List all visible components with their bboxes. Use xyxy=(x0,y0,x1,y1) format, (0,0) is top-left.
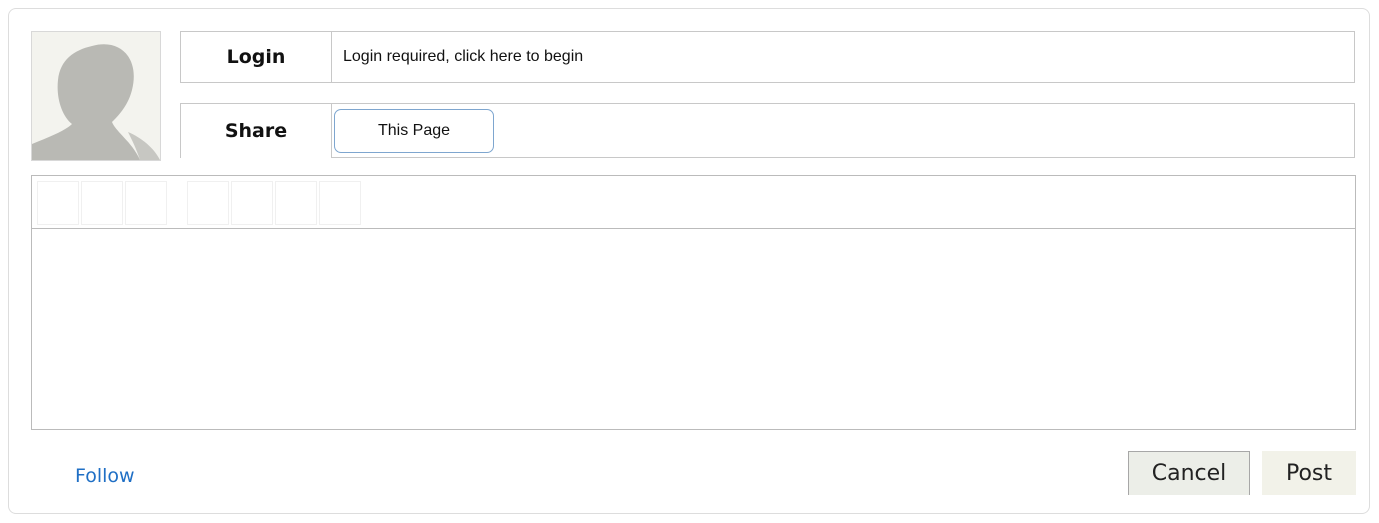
cancel-button[interactable]: Cancel xyxy=(1128,451,1250,495)
post-button[interactable]: Post xyxy=(1262,451,1356,495)
follow-link[interactable]: Follow xyxy=(75,465,135,487)
user-silhouette-icon xyxy=(32,44,160,160)
login-label: Login xyxy=(181,32,332,82)
share-row: Share This Page xyxy=(180,103,1355,158)
login-link[interactable]: Login required, click here to begin xyxy=(332,32,1354,82)
toolbar-button[interactable] xyxy=(81,181,123,225)
toolbar-button[interactable] xyxy=(37,181,79,225)
comment-textarea[interactable] xyxy=(32,229,1355,429)
toolbar-button[interactable] xyxy=(319,181,361,225)
share-value: This Page xyxy=(332,104,1354,158)
comment-editor xyxy=(31,175,1356,430)
share-label: Share xyxy=(181,104,332,158)
toolbar-button[interactable] xyxy=(275,181,317,225)
editor-toolbar xyxy=(32,176,1355,229)
toolbar-button[interactable] xyxy=(231,181,273,225)
toolbar-button[interactable] xyxy=(125,181,167,225)
avatar xyxy=(31,31,161,161)
share-this-page-button[interactable]: This Page xyxy=(334,108,494,153)
login-row: Login Login required, click here to begi… xyxy=(180,31,1355,83)
toolbar-button[interactable] xyxy=(187,181,229,225)
